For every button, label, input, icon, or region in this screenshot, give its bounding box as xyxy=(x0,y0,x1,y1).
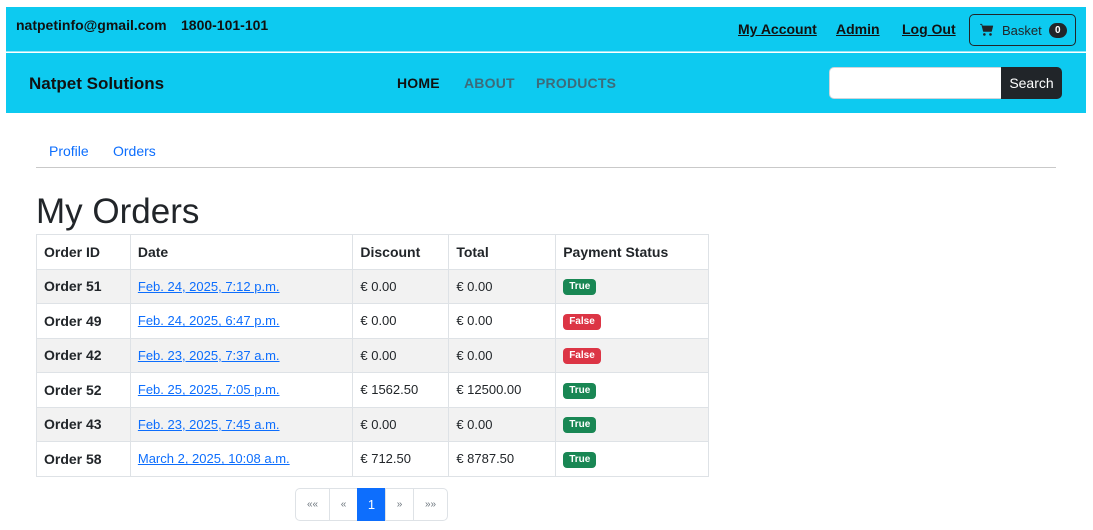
total-cell: € 8787.50 xyxy=(448,441,557,477)
tab-profile[interactable]: Profile xyxy=(49,143,89,159)
page-first-button[interactable]: «« xyxy=(295,488,330,521)
order-id-cell: Order 43 xyxy=(36,406,131,442)
discount-cell: € 1562.50 xyxy=(352,372,450,408)
total-cell: € 12500.00 xyxy=(448,372,557,408)
brand-logo-text[interactable]: Natpet Solutions xyxy=(29,74,164,94)
status-badge: True xyxy=(563,417,597,434)
page-current-button[interactable]: 1 xyxy=(357,488,386,521)
pagination: «« « 1 » »» xyxy=(295,488,448,521)
tab-orders[interactable]: Orders xyxy=(113,143,156,159)
basket-label: Basket xyxy=(1002,22,1042,38)
nav-home[interactable]: HOME xyxy=(397,75,440,91)
order-date-link[interactable]: March 2, 2025, 10:08 a.m. xyxy=(138,451,290,466)
order-date-link[interactable]: Feb. 24, 2025, 6:47 p.m. xyxy=(138,313,280,328)
nav-about[interactable]: ABOUT xyxy=(464,75,515,91)
table-row: Order 51 Feb. 24, 2025, 7:12 p.m. € 0.00… xyxy=(36,268,709,304)
search-button[interactable]: Search xyxy=(1001,67,1062,99)
header-total: Total xyxy=(448,234,557,270)
order-date-link[interactable]: Feb. 23, 2025, 7:45 a.m. xyxy=(138,417,280,432)
orders-table: Order ID Date Discount Total Payment Sta… xyxy=(36,234,709,477)
discount-cell: € 0.00 xyxy=(352,406,450,442)
order-id-cell: Order 51 xyxy=(36,268,131,304)
table-row: Order 43 Feb. 23, 2025, 7:45 a.m. € 0.00… xyxy=(36,406,709,442)
contact-email: natpetinfo@gmail.com xyxy=(16,17,167,33)
main-navbar: Natpet Solutions HOME ABOUT PRODUCTS Sea… xyxy=(6,53,1086,113)
nav-products[interactable]: PRODUCTS xyxy=(536,75,616,91)
discount-cell: € 0.00 xyxy=(352,268,450,304)
table-header-row: Order ID Date Discount Total Payment Sta… xyxy=(36,234,709,270)
basket-button[interactable]: Basket 0 xyxy=(969,14,1076,46)
admin-link[interactable]: Admin xyxy=(836,21,880,37)
search-input[interactable] xyxy=(829,67,1002,99)
top-bar: natpetinfo@gmail.com 1800-101-101 My Acc… xyxy=(6,7,1086,52)
order-id-cell: Order 52 xyxy=(36,372,131,408)
table-row: Order 49 Feb. 24, 2025, 6:47 p.m. € 0.00… xyxy=(36,303,709,339)
table-row: Order 58 March 2, 2025, 10:08 a.m. € 712… xyxy=(36,441,709,477)
order-id-cell: Order 58 xyxy=(36,441,131,477)
discount-cell: € 712.50 xyxy=(352,441,450,477)
account-subtabs: Profile Orders xyxy=(36,133,1056,168)
page-prev-button[interactable]: « xyxy=(329,488,358,521)
total-cell: € 0.00 xyxy=(448,406,557,442)
order-date-link[interactable]: Feb. 23, 2025, 7:37 a.m. xyxy=(138,348,280,363)
total-cell: € 0.00 xyxy=(448,268,557,304)
header-payment-status: Payment Status xyxy=(555,234,709,270)
contact-phone: 1800-101-101 xyxy=(181,17,269,33)
page-title: My Orders xyxy=(36,192,200,231)
order-id-cell: Order 49 xyxy=(36,303,131,339)
table-row: Order 52 Feb. 25, 2025, 7:05 p.m. € 1562… xyxy=(36,372,709,408)
table-row: Order 42 Feb. 23, 2025, 7:37 a.m. € 0.00… xyxy=(36,337,709,373)
header-order-id: Order ID xyxy=(36,234,131,270)
basket-count-badge: 0 xyxy=(1048,22,1067,38)
page-next-button[interactable]: » xyxy=(385,488,414,521)
discount-cell: € 0.00 xyxy=(352,337,450,373)
status-badge: False xyxy=(563,313,601,330)
status-badge: False xyxy=(563,348,601,365)
log-out-link[interactable]: Log Out xyxy=(902,21,956,37)
order-date-link[interactable]: Feb. 25, 2025, 7:05 p.m. xyxy=(138,382,280,397)
order-id-cell: Order 42 xyxy=(36,337,131,373)
page-last-button[interactable]: »» xyxy=(413,488,448,521)
cart-icon xyxy=(980,23,994,36)
status-badge: True xyxy=(563,451,597,468)
total-cell: € 0.00 xyxy=(448,303,557,339)
order-date-link[interactable]: Feb. 24, 2025, 7:12 p.m. xyxy=(138,279,280,294)
my-account-link[interactable]: My Account xyxy=(738,21,817,37)
header-discount: Discount xyxy=(352,234,450,270)
status-badge: True xyxy=(563,279,597,296)
discount-cell: € 0.00 xyxy=(352,303,450,339)
status-badge: True xyxy=(563,382,597,399)
header-date: Date xyxy=(129,234,354,270)
total-cell: € 0.00 xyxy=(448,337,557,373)
